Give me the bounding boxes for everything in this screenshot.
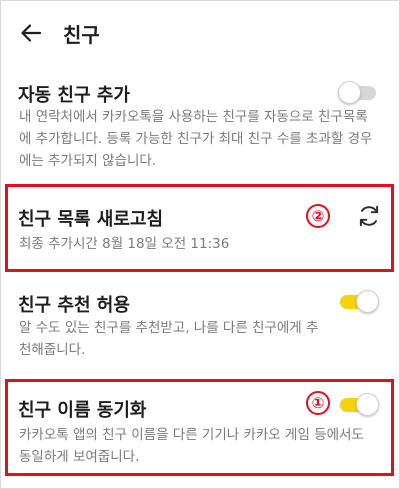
recommend-title: 친구 추천 허용	[18, 295, 130, 316]
settings-screen: 친구 자동 친구 추가 내 연락처에서 카카오톡을 사용하는 친구를 자동으로 …	[0, 0, 400, 489]
toggle-knob	[356, 393, 379, 416]
refresh-list-title[interactable]: 친구 목록 새로고침	[18, 205, 163, 231]
recommend-toggle[interactable]	[340, 290, 380, 314]
page-title: 친구	[63, 23, 100, 47]
auto-add-title: 자동 친구 추가	[18, 85, 130, 106]
arrow-left-icon[interactable]	[19, 21, 43, 45]
toggle-knob	[338, 81, 361, 104]
refresh-icon[interactable]	[356, 203, 382, 229]
name-sync-description: 카카오톡 앱의 친구 이름을 다른 기기나 카카오 게임 등에서도 동일하게 보…	[19, 427, 364, 465]
recommend-description: 알 수도 있는 친구를 추천받고, 나를 다른 친구에게 추천해줍니다.	[19, 320, 319, 358]
name-sync-toggle[interactable]	[340, 393, 380, 417]
name-sync-title: 친구 이름 동기화	[18, 400, 147, 421]
last-added-time: 최종 추가시간 8월 18일 오전 11:36	[19, 236, 230, 252]
auto-add-description: 내 연락처에서 카카오톡을 사용하는 친구를 자동으로 친구목록에 추가합니다.…	[19, 109, 373, 169]
auto-add-toggle[interactable]	[338, 81, 378, 105]
toggle-knob	[356, 290, 379, 313]
marker-1: ①	[306, 391, 330, 415]
marker-2: ②	[306, 204, 330, 228]
app-header: 친구	[1, 1, 399, 63]
